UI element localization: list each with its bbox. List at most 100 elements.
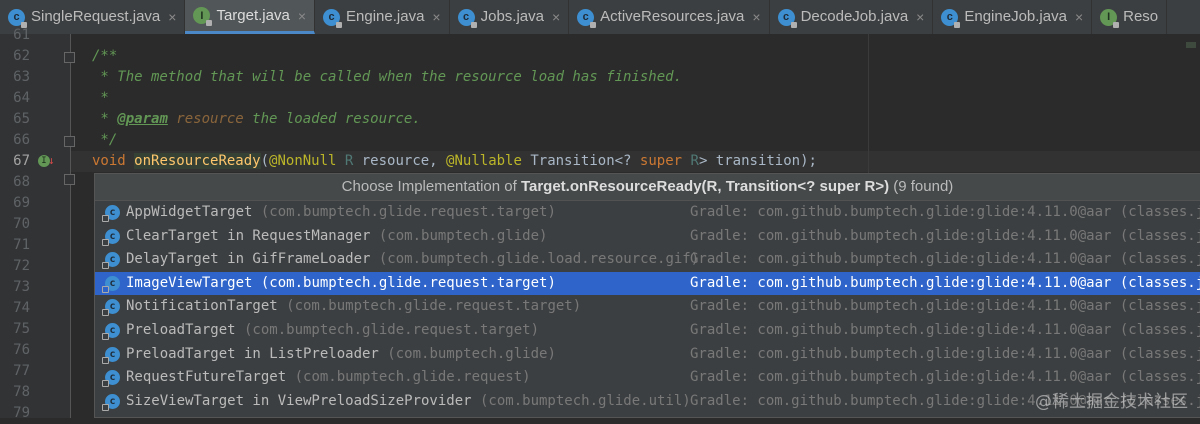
implementation-item[interactable]: ClearTarget in RequestManager (com.bumpt… xyxy=(95,225,1200,249)
class-icon xyxy=(102,322,120,340)
implementation-item[interactable]: PreloadTarget (com.bumptech.glide.reques… xyxy=(95,319,1200,343)
interface-file-icon xyxy=(193,7,213,26)
comment-text: * The method that will be called when th… xyxy=(92,69,683,85)
line-number: 61 xyxy=(13,27,30,43)
line-number: 64 xyxy=(13,90,30,106)
line-number-gutter: 61 62 63 64 65 66 67 68 69 70 71 72 73 74 75 76 77 78 79 I ↓ xyxy=(0,27,75,421)
implementation-source: Gradle: com.github.bumptech.glide:glide:… xyxy=(690,204,1200,220)
line-number: 69 xyxy=(13,195,30,211)
implementation-item[interactable]: ImageViewTarget (com.bumptech.glide.requ… xyxy=(95,271,1200,296)
line-number: 78 xyxy=(13,384,30,400)
close-tab-icon[interactable]: × xyxy=(1075,9,1083,25)
line-number: 62 xyxy=(13,48,30,64)
implementation-source: Gradle: com.github.bumptech.glide:glide:… xyxy=(690,298,1200,315)
choose-implementation-popup[interactable]: Choose Implementation of Target.onResour… xyxy=(94,173,1200,418)
code-line-62[interactable]: /** xyxy=(92,46,117,67)
tab-label: Jobs.java xyxy=(480,8,544,25)
tab-label: Target.java xyxy=(216,6,290,24)
tab-label: Reso xyxy=(1123,8,1159,25)
class-icon xyxy=(102,299,120,317)
code-text: resource, xyxy=(353,153,447,169)
class-icon xyxy=(102,393,120,411)
implementation-item[interactable]: DelayTarget in GifFrameLoader (com.bumpt… xyxy=(95,248,1200,272)
editor-tab-bar: SingleRequest.java×Target.java×Engine.ja… xyxy=(0,0,1200,35)
implementation-name: DelayTarget in GifFrameLoader xyxy=(126,251,371,268)
line-number: 70 xyxy=(13,216,30,232)
annotation-nullable: @Nullable xyxy=(446,153,522,169)
implementation-package: (com.bumptech.glide.request.target) xyxy=(277,298,582,315)
implementation-name-group: RequestFutureTarget (com.bumptech.glide.… xyxy=(126,366,531,390)
implementation-source: Gradle: com.github.bumptech.glide:glide:… xyxy=(690,274,1200,291)
implementation-item[interactable]: PreloadTarget in ListPreloader (com.bump… xyxy=(95,343,1200,367)
tab-label: EngineJob.java xyxy=(964,8,1067,25)
implementation-name: ImageViewTarget xyxy=(126,274,253,291)
line-number: 79 xyxy=(13,405,30,421)
line-number: 74 xyxy=(13,300,30,316)
tab-label: Engine.java xyxy=(346,8,425,25)
implementation-name-group: NotificationTarget (com.bumptech.glide.r… xyxy=(126,295,581,319)
tab-decodejob-java[interactable]: DecodeJob.java × xyxy=(770,0,934,34)
javadoc-param-name: resource xyxy=(167,111,244,127)
close-tab-icon[interactable]: × xyxy=(432,9,440,25)
implementation-package: (com.bumptech.glide.load.resource.gif) xyxy=(370,251,700,268)
code-line-65[interactable]: * @param resource the loaded resource. xyxy=(92,109,421,130)
comment-text: /** xyxy=(92,48,118,64)
line-number: 63 xyxy=(13,69,30,85)
implementation-list: AppWidgetTarget (com.bumptech.glide.requ… xyxy=(95,201,1200,413)
tab-jobs-java[interactable]: Jobs.java × xyxy=(450,0,570,34)
line-number: 73 xyxy=(13,279,30,295)
method-name[interactable]: onResourceReady xyxy=(134,153,261,169)
class-icon xyxy=(102,205,120,222)
implementation-item[interactable]: NotificationTarget (com.bumptech.glide.r… xyxy=(95,295,1200,319)
popup-title: Choose Implementation of Target.onResour… xyxy=(95,174,1200,201)
close-tab-icon[interactable]: × xyxy=(298,8,306,24)
tab-enginejob-java[interactable]: EngineJob.java × xyxy=(933,0,1093,34)
line-number: 71 xyxy=(13,237,30,253)
implementation-name-group: PreloadTarget in ListPreloader (com.bump… xyxy=(126,343,556,367)
implementation-item[interactable]: AppWidgetTarget (com.bumptech.glide.requ… xyxy=(95,201,1200,225)
fold-toggle-icon[interactable] xyxy=(64,174,75,185)
implementation-name: AppWidgetTarget xyxy=(126,204,253,220)
tab-reso[interactable]: Reso xyxy=(1092,0,1168,34)
watermark: @稀土掘金技术社区 xyxy=(1035,392,1188,412)
implementation-name: SizeViewTarget in ViewPreloadSizeProvide… xyxy=(126,392,472,409)
fold-toggle-icon[interactable] xyxy=(64,136,75,147)
implementation-name-group: ImageViewTarget (com.bumptech.glide.requ… xyxy=(126,272,556,296)
implementation-name-group: DelayTarget in GifFrameLoader (com.bumpt… xyxy=(126,248,699,272)
line-number: 77 xyxy=(13,363,30,379)
implementation-source: Gradle: com.github.bumptech.glide:glide:… xyxy=(690,321,1200,338)
fold-toggle-icon[interactable] xyxy=(64,52,75,63)
close-tab-icon[interactable]: × xyxy=(168,9,176,25)
tab-label: DecodeJob.java xyxy=(800,8,909,25)
tab-activeresources-java[interactable]: ActiveResources.java × xyxy=(569,0,770,34)
implementation-package: (com.bumptech.glide.util) xyxy=(471,392,691,409)
line-number: 68 xyxy=(13,174,30,190)
implementation-name: PreloadTarget in ListPreloader xyxy=(126,345,379,362)
code-line-63[interactable]: * The method that will be called when th… xyxy=(92,67,682,88)
class-file-icon xyxy=(323,8,343,28)
implementation-package: (com.bumptech.glide.request.target) xyxy=(235,321,540,338)
code-text: ( xyxy=(260,153,270,169)
code-line-66[interactable]: */ xyxy=(92,130,117,151)
class-file-icon xyxy=(577,8,597,28)
tab-label: SingleRequest.java xyxy=(31,8,161,25)
implementation-package: (com.bumptech.glide) xyxy=(378,345,556,362)
code-editor[interactable]: 61 62 63 64 65 66 67 68 69 70 71 72 73 74 75 76 77 78 79 I ↓… xyxy=(0,27,1200,421)
type-parameter: R xyxy=(336,153,354,169)
class-file-icon xyxy=(941,8,961,28)
keyword-super: super xyxy=(639,153,683,169)
close-tab-icon[interactable]: × xyxy=(916,9,924,25)
close-tab-icon[interactable]: × xyxy=(752,9,760,25)
code-line-67[interactable]: void onResourceReady(@NonNull R resource… xyxy=(92,151,817,172)
tab-engine-java[interactable]: Engine.java × xyxy=(315,0,450,34)
comment-text: the loaded resource. xyxy=(243,111,421,127)
scrollbar-marker[interactable] xyxy=(1186,42,1196,48)
implementation-name: PreloadTarget xyxy=(126,321,236,338)
interface-file-icon xyxy=(1100,8,1120,28)
close-tab-icon[interactable]: × xyxy=(552,9,560,25)
code-line-64[interactable]: * xyxy=(92,88,108,109)
class-file-icon xyxy=(777,8,797,28)
line-number: 75 xyxy=(13,321,30,337)
tab-target-java[interactable]: Target.java × xyxy=(185,0,316,34)
line-number: 72 xyxy=(13,258,30,274)
